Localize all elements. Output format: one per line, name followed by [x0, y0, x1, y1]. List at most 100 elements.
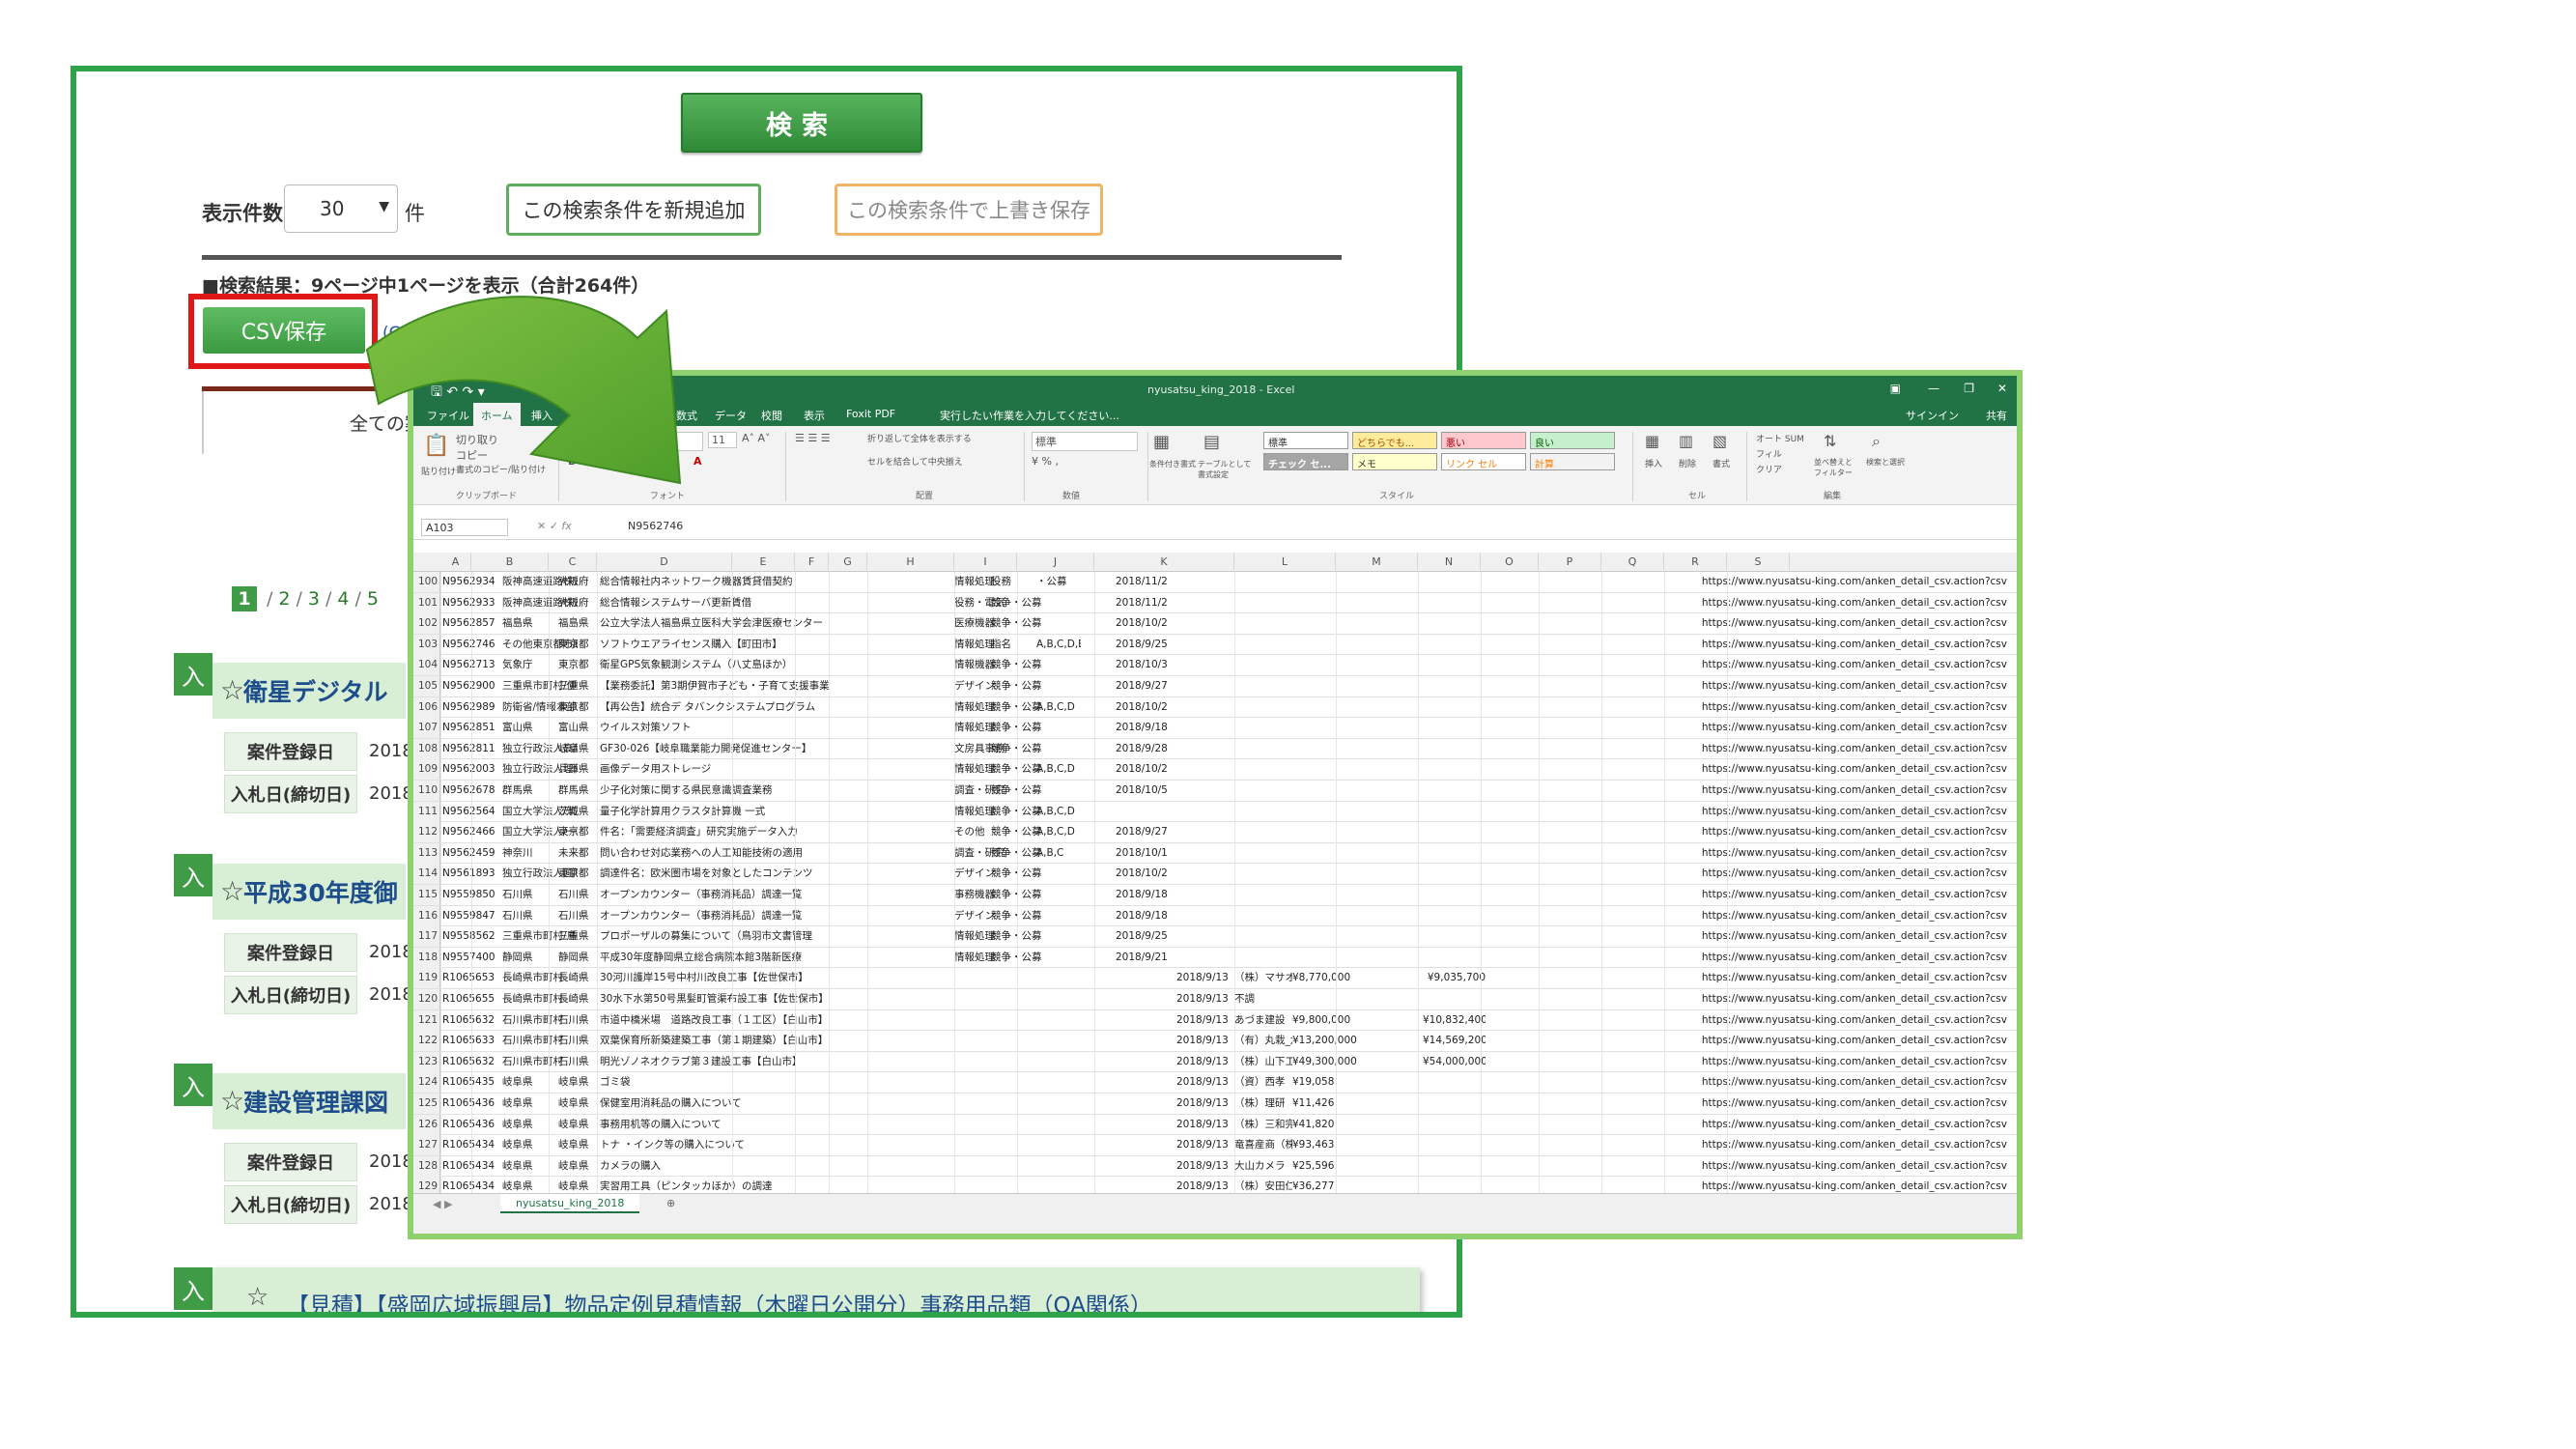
sheet-tab[interactable]: nyusatsu_king_2018: [500, 1194, 640, 1213]
row-number[interactable]: 119: [413, 968, 440, 989]
table-cell[interactable]: 2018/9/25: [1116, 926, 1174, 947]
style-memo[interactable]: メモ: [1352, 453, 1437, 470]
spreadsheet-grid[interactable]: ABCDEFGHIJKLMNOPQRS 100 N9562934 阪神高速道路株式大…: [413, 553, 2017, 1205]
table-cell[interactable]: 2018/9/21: [1116, 948, 1174, 968]
table-cell[interactable]: [1292, 593, 1399, 613]
style-neutral[interactable]: どちらでも...: [1352, 432, 1437, 449]
table-row[interactable]: 123 R1065632 石川県市町村 石川県 明光ゾノネオクラブ第３建設工事【白山市】…: [413, 1051, 2017, 1073]
column-header[interactable]: L: [1234, 553, 1336, 572]
result-title[interactable]: ☆ 建設管理課図: [212, 1073, 406, 1129]
table-cell[interactable]: 静岡県: [558, 948, 597, 968]
table-row[interactable]: 110N9562678群馬県群馬県少子化対策に関する県民意識調査業務調査・研究競…: [413, 781, 2017, 802]
table-cell[interactable]: 【業務委託】第3期伊賀市子ども・子育て支援事業: [600, 676, 948, 696]
table-row[interactable]: 119 R1065653 長崎県市町村 長崎県 30河川護岸15号中村川改良工事【佐世保…: [413, 968, 2017, 989]
table-cell[interactable]: 東京都: [558, 635, 597, 655]
row-number[interactable]: 112: [413, 822, 440, 843]
csv-save-button[interactable]: CSV保存: [203, 307, 365, 354]
table-cell[interactable]: https://www.nyusatsu-king.com/anken_deta…: [1568, 843, 2007, 864]
table-cell[interactable]: 平成30年度静岡県立総合病院本館3階新医療: [600, 948, 948, 968]
table-cell[interactable]: [1051, 718, 1109, 738]
table-cell[interactable]: [1051, 697, 1109, 718]
clear-button[interactable]: クリア: [1756, 463, 1782, 475]
table-row[interactable]: 115 N9559850 石川県 石川県 オープンカウンター（事務消耗品）調達一覧 事務機…: [413, 885, 2017, 906]
table-cell[interactable]: [1051, 802, 1109, 822]
table-cell[interactable]: [1292, 989, 1399, 1009]
table-cell[interactable]: ¥10,832,400: [1423, 1010, 1486, 1031]
table-cell[interactable]: [1234, 759, 1292, 780]
wrap-text-button[interactable]: 折り返して全体を表示する: [867, 432, 972, 444]
table-cell[interactable]: [1051, 989, 1109, 1009]
row-number[interactable]: 125: [413, 1094, 440, 1114]
table-cell[interactable]: [1234, 613, 1292, 634]
table-cell[interactable]: [1423, 1115, 1486, 1135]
table-row[interactable]: 106 N9562989 防衛省/情報本部 東京都 【再公告】統合デ タバンクシステムプ…: [413, 696, 2017, 719]
table-cell[interactable]: [1176, 697, 1230, 718]
table-cell[interactable]: https://www.nyusatsu-king.com/anken_deta…: [1568, 1135, 2007, 1155]
table-cell[interactable]: [1116, 1010, 1174, 1031]
table-cell[interactable]: [1051, 613, 1109, 634]
row-number[interactable]: 127: [413, 1135, 440, 1156]
table-cell[interactable]: [1292, 697, 1399, 718]
table-cell[interactable]: 石川県: [558, 1031, 597, 1051]
table-cell[interactable]: https://www.nyusatsu-king.com/anken_deta…: [1568, 1156, 2007, 1177]
row-number[interactable]: 104: [413, 655, 440, 676]
delete-cells-icon[interactable]: ▥: [1679, 432, 1693, 450]
table-cell[interactable]: https://www.nyusatsu-king.com/anken_deta…: [1568, 781, 2007, 801]
table-row[interactable]: 116 N9559847 石川県 石川県 オープンカウンター（事務消耗品）調達一覧 デザイ…: [413, 905, 2017, 927]
table-cell[interactable]: 岐阜県: [558, 1135, 597, 1155]
table-cell[interactable]: [1234, 635, 1292, 655]
function-icon[interactable]: ✕ ✓ fx: [537, 520, 572, 532]
star-icon[interactable]: ☆: [220, 674, 244, 706]
table-cell[interactable]: [1423, 781, 1486, 801]
table-cell[interactable]: [1176, 843, 1230, 864]
table-row[interactable]: 109N9562003独立行政法人理化兵庫県画像データ用ストレージ情報処理競争・…: [413, 759, 2017, 781]
copy-button[interactable]: コピー: [456, 447, 488, 463]
table-cell[interactable]: [1116, 1031, 1174, 1051]
style-bad[interactable]: 悪い: [1441, 432, 1526, 449]
row-number[interactable]: 106: [413, 696, 440, 718]
table-cell[interactable]: [1292, 843, 1399, 864]
style-check-cell[interactable]: チェック セ...: [1263, 453, 1348, 470]
table-cell[interactable]: 問い合わせ対応業務への人工知能技術の適用: [600, 843, 948, 864]
star-icon[interactable]: ☆: [220, 1085, 244, 1117]
table-cell[interactable]: https://www.nyusatsu-king.com/anken_deta…: [1568, 676, 2007, 696]
table-cell[interactable]: 東京都: [558, 864, 597, 884]
tab-review[interactable]: 校閲: [761, 408, 782, 423]
table-cell[interactable]: [1176, 739, 1230, 759]
table-cell[interactable]: 2018/10/2: [1116, 864, 1174, 884]
table-cell[interactable]: https://www.nyusatsu-king.com/anken_deta…: [1568, 1072, 2007, 1093]
table-row[interactable]: 128 R1065434 岐阜県 岐阜県 カメラの購入 2018/9/13 大山カメラ ¥25…: [413, 1155, 2017, 1178]
table-cell[interactable]: https://www.nyusatsu-king.com/anken_deta…: [1568, 718, 2007, 738]
table-cell[interactable]: https://www.nyusatsu-king.com/anken_deta…: [1568, 1031, 2007, 1051]
column-header[interactable]: Q: [1601, 553, 1664, 572]
column-header[interactable]: H: [867, 553, 954, 572]
row-number[interactable]: 124: [413, 1072, 440, 1094]
table-row[interactable]: 118 N9557400 静岡県 静岡県 平成30年度静岡県立総合病院本館3階新医療 情報…: [413, 947, 2017, 969]
table-cell[interactable]: https://www.nyusatsu-king.com/anken_deta…: [1568, 655, 2007, 675]
table-cell[interactable]: [1234, 885, 1292, 905]
table-cell[interactable]: [1292, 739, 1399, 759]
table-cell[interactable]: [1051, 1010, 1109, 1031]
table-cell[interactable]: （株）理研: [1234, 1094, 1292, 1114]
table-cell[interactable]: [1423, 885, 1486, 905]
table-cell[interactable]: 岐阜県: [558, 1115, 597, 1135]
column-header[interactable]: M: [1336, 553, 1418, 572]
table-cell[interactable]: 総合情報社内ネットワーク機器賃貸借契約: [600, 572, 948, 592]
table-cell[interactable]: 大阪府: [558, 572, 597, 592]
table-cell[interactable]: 岐阜県: [558, 1072, 597, 1093]
table-cell[interactable]: 未来都: [558, 843, 597, 864]
row-number[interactable]: 126: [413, 1114, 440, 1135]
table-cell[interactable]: [1292, 885, 1399, 905]
table-cell[interactable]: 【再公告】統合デ タバンクシステムプログラム: [600, 697, 948, 718]
table-cell[interactable]: [1423, 906, 1486, 926]
table-cell[interactable]: https://www.nyusatsu-king.com/anken_deta…: [1568, 1115, 2007, 1135]
table-cell[interactable]: ¥49,300,000: [1292, 1052, 1399, 1072]
table-cell[interactable]: 市道中橋米場 道路改良工事（１工区）【白山市】: [600, 1010, 948, 1031]
table-cell[interactable]: [1051, 1031, 1109, 1051]
table-row[interactable]: 126 R1065436 岐阜県 岐阜県 事務用机等の購入について 2018/9/13 （株…: [413, 1114, 2017, 1136]
table-cell[interactable]: 石川県: [558, 885, 597, 905]
table-cell[interactable]: [1051, 948, 1109, 968]
table-cell[interactable]: 石川県: [558, 906, 597, 926]
table-cell[interactable]: [1234, 781, 1292, 801]
row-number[interactable]: 108: [413, 738, 440, 759]
